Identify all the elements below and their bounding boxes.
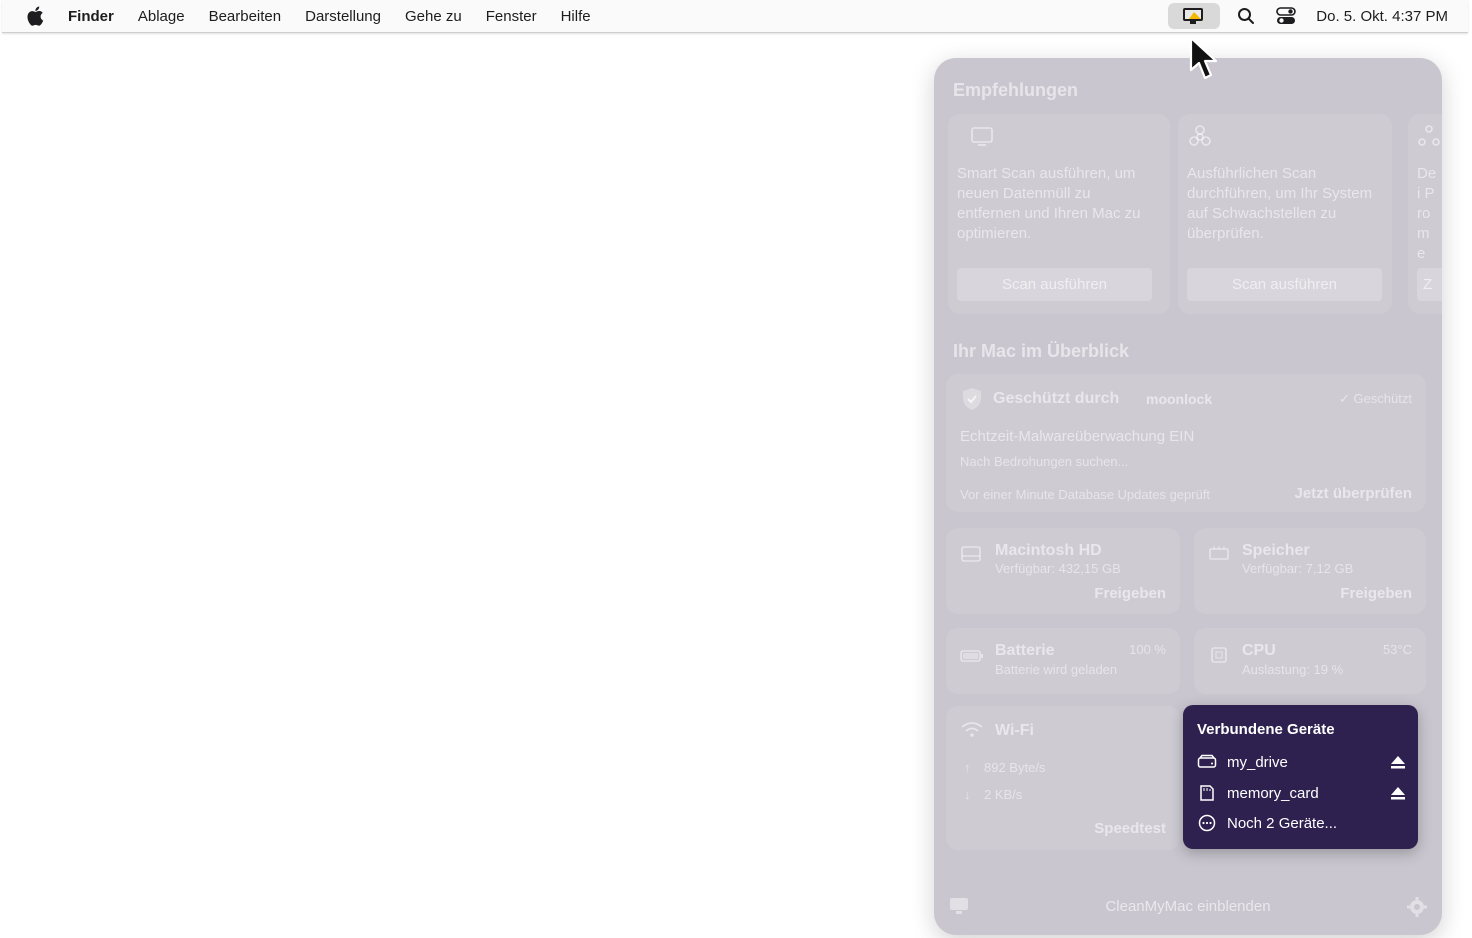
memory-free-up-button[interactable]: Freigeben bbox=[1340, 585, 1412, 602]
cpu-temperature: 53°C bbox=[1382, 642, 1412, 657]
device-row-my-drive[interactable]: my_drive bbox=[1197, 751, 1407, 773]
device-row-memory-card[interactable]: memory_card bbox=[1197, 782, 1407, 804]
sd-card-icon bbox=[1197, 783, 1217, 803]
more-devices-label: Noch 2 Geräte... bbox=[1227, 814, 1338, 832]
scan-button[interactable]: Scan ausführen bbox=[957, 268, 1152, 301]
wifi-icon bbox=[961, 722, 983, 737]
eject-icon[interactable] bbox=[1389, 753, 1407, 771]
memory-title: Speicher bbox=[1242, 542, 1310, 559]
battery-icon bbox=[960, 650, 983, 662]
recommendation-card-smart-scan: Smart Scan ausführen, um neuen Datenmüll… bbox=[948, 114, 1170, 314]
hard-drive-icon bbox=[961, 546, 981, 562]
check-now-button[interactable]: Jetzt überprüfen bbox=[1294, 485, 1412, 502]
recommendations-title: Empfehlungen bbox=[953, 80, 1078, 100]
recommendation-text: Ausführlichen Scan durchführen, um Ihr S… bbox=[1187, 165, 1373, 242]
recommendation-card-deep-scan: Ausführlichen Scan durchführen, um Ihr S… bbox=[1178, 114, 1392, 314]
network-icon bbox=[1418, 125, 1440, 146]
wifi-download: 2 KB/s bbox=[984, 787, 1023, 802]
device-name: my_drive bbox=[1227, 753, 1288, 771]
protection-label: Geschützt durch bbox=[993, 390, 1120, 407]
database-update-status: Vor einer Minute Database Updates geprüf… bbox=[960, 487, 1211, 502]
disk-card: Macintosh HD Verfügbar: 432,15 GB Freige… bbox=[946, 528, 1180, 614]
control-center-icon[interactable] bbox=[1276, 6, 1297, 26]
disk-free-up-button[interactable]: Freigeben bbox=[1094, 585, 1166, 602]
download-arrow-icon: ↓ bbox=[964, 787, 971, 802]
connected-devices-popup: Verbundene Geräte my_drive memory_card N… bbox=[1183, 705, 1418, 849]
monitor-icon bbox=[971, 127, 993, 146]
cpu-icon bbox=[1211, 647, 1227, 663]
connected-devices-title: Verbundene Geräte bbox=[1197, 721, 1335, 738]
cpu-card: CPU 53°C Auslastung: 19 % bbox=[1194, 628, 1426, 694]
scan-button[interactable]: Scan ausführen bbox=[1187, 268, 1382, 301]
cpu-load: Auslastung: 19 % bbox=[1242, 662, 1344, 677]
menu-bar-extras: Do. 5. Okt. 4:37 PM bbox=[1168, 0, 1468, 32]
recommendation-button[interactable]: Z bbox=[1417, 268, 1442, 301]
realtime-monitoring: Echtzeit-Malwareüberwachung EIN bbox=[960, 428, 1195, 445]
battery-level: 100 % bbox=[1129, 642, 1166, 657]
memory-card: Speicher Verfügbar: 7,12 GB Freigeben bbox=[1194, 528, 1426, 614]
apple-logo-icon[interactable] bbox=[26, 6, 46, 26]
cleanmymac-menu-icon[interactable] bbox=[1168, 3, 1221, 29]
menu-hilfe[interactable]: Hilfe bbox=[561, 8, 591, 25]
memory-chip-icon bbox=[1209, 546, 1229, 560]
wifi-title: Wi-Fi bbox=[995, 722, 1034, 739]
drive-icon bbox=[1197, 752, 1217, 772]
wifi-upload: 892 Byte/s bbox=[984, 760, 1046, 775]
protection-status-text: Geschützt bbox=[1353, 391, 1412, 406]
upload-arrow-icon: ↑ bbox=[964, 760, 971, 775]
cpu-title: CPU bbox=[1242, 642, 1276, 659]
eject-icon[interactable] bbox=[1389, 784, 1407, 802]
wifi-card: Wi-Fi ↑ 892 Byte/s ↓ 2 KB/s Speedtest bbox=[946, 706, 1180, 850]
menu-ablage[interactable]: Ablage bbox=[138, 8, 185, 25]
battery-title: Batterie bbox=[995, 642, 1055, 659]
biohazard-icon bbox=[1189, 125, 1211, 146]
menu-darstellung[interactable]: Darstellung bbox=[305, 8, 381, 25]
menu-bar: Finder Ablage Bearbeiten Darstellung Geh… bbox=[2, 0, 1468, 33]
threat-search-status: Nach Bedrohungen suchen... bbox=[960, 454, 1129, 469]
speedtest-button[interactable]: Speedtest bbox=[1094, 820, 1166, 837]
menu-app-name[interactable]: Finder bbox=[68, 8, 114, 25]
recommendation-text: Smart Scan ausführen, um neuen Datenmüll… bbox=[957, 165, 1141, 242]
shield-icon bbox=[963, 388, 981, 410]
search-icon[interactable] bbox=[1236, 6, 1256, 26]
protection-status: ✓ Geschützt bbox=[1338, 391, 1412, 406]
disk-available: Verfügbar: 432,15 GB bbox=[995, 561, 1121, 576]
menu-fenster[interactable]: Fenster bbox=[486, 8, 537, 25]
menu-bearbeiten[interactable]: Bearbeiten bbox=[209, 8, 282, 25]
disk-title: Macintosh HD bbox=[995, 542, 1102, 559]
recommendation-text: Dei Pro me bbox=[1417, 165, 1437, 262]
device-name: memory_card bbox=[1227, 784, 1319, 802]
show-cleanmymac-button[interactable]: CleanMyMac einblenden bbox=[934, 898, 1442, 915]
menu-gehe-zu[interactable]: Gehe zu bbox=[405, 8, 462, 25]
moonlock-brand: moonlock bbox=[1146, 391, 1213, 407]
battery-status: Batterie wird geladen bbox=[995, 662, 1118, 677]
mouse-pointer-icon bbox=[1189, 36, 1218, 80]
overview-title: Ihr Mac im Überblick bbox=[953, 341, 1130, 361]
memory-available: Verfügbar: 7,12 GB bbox=[1242, 561, 1354, 576]
menu-clock[interactable]: Do. 5. Okt. 4:37 PM bbox=[1316, 8, 1448, 25]
battery-card: Batterie 100 % Batterie wird geladen bbox=[946, 628, 1180, 694]
device-row-more[interactable]: Noch 2 Geräte... bbox=[1197, 812, 1407, 834]
recommendation-card-partial: Dei Pro me Z bbox=[1408, 114, 1442, 314]
gear-icon[interactable] bbox=[1406, 896, 1428, 918]
protection-card: Geschützt durch moonlock ✓ Geschützt Ech… bbox=[946, 374, 1426, 512]
more-icon bbox=[1197, 813, 1217, 833]
